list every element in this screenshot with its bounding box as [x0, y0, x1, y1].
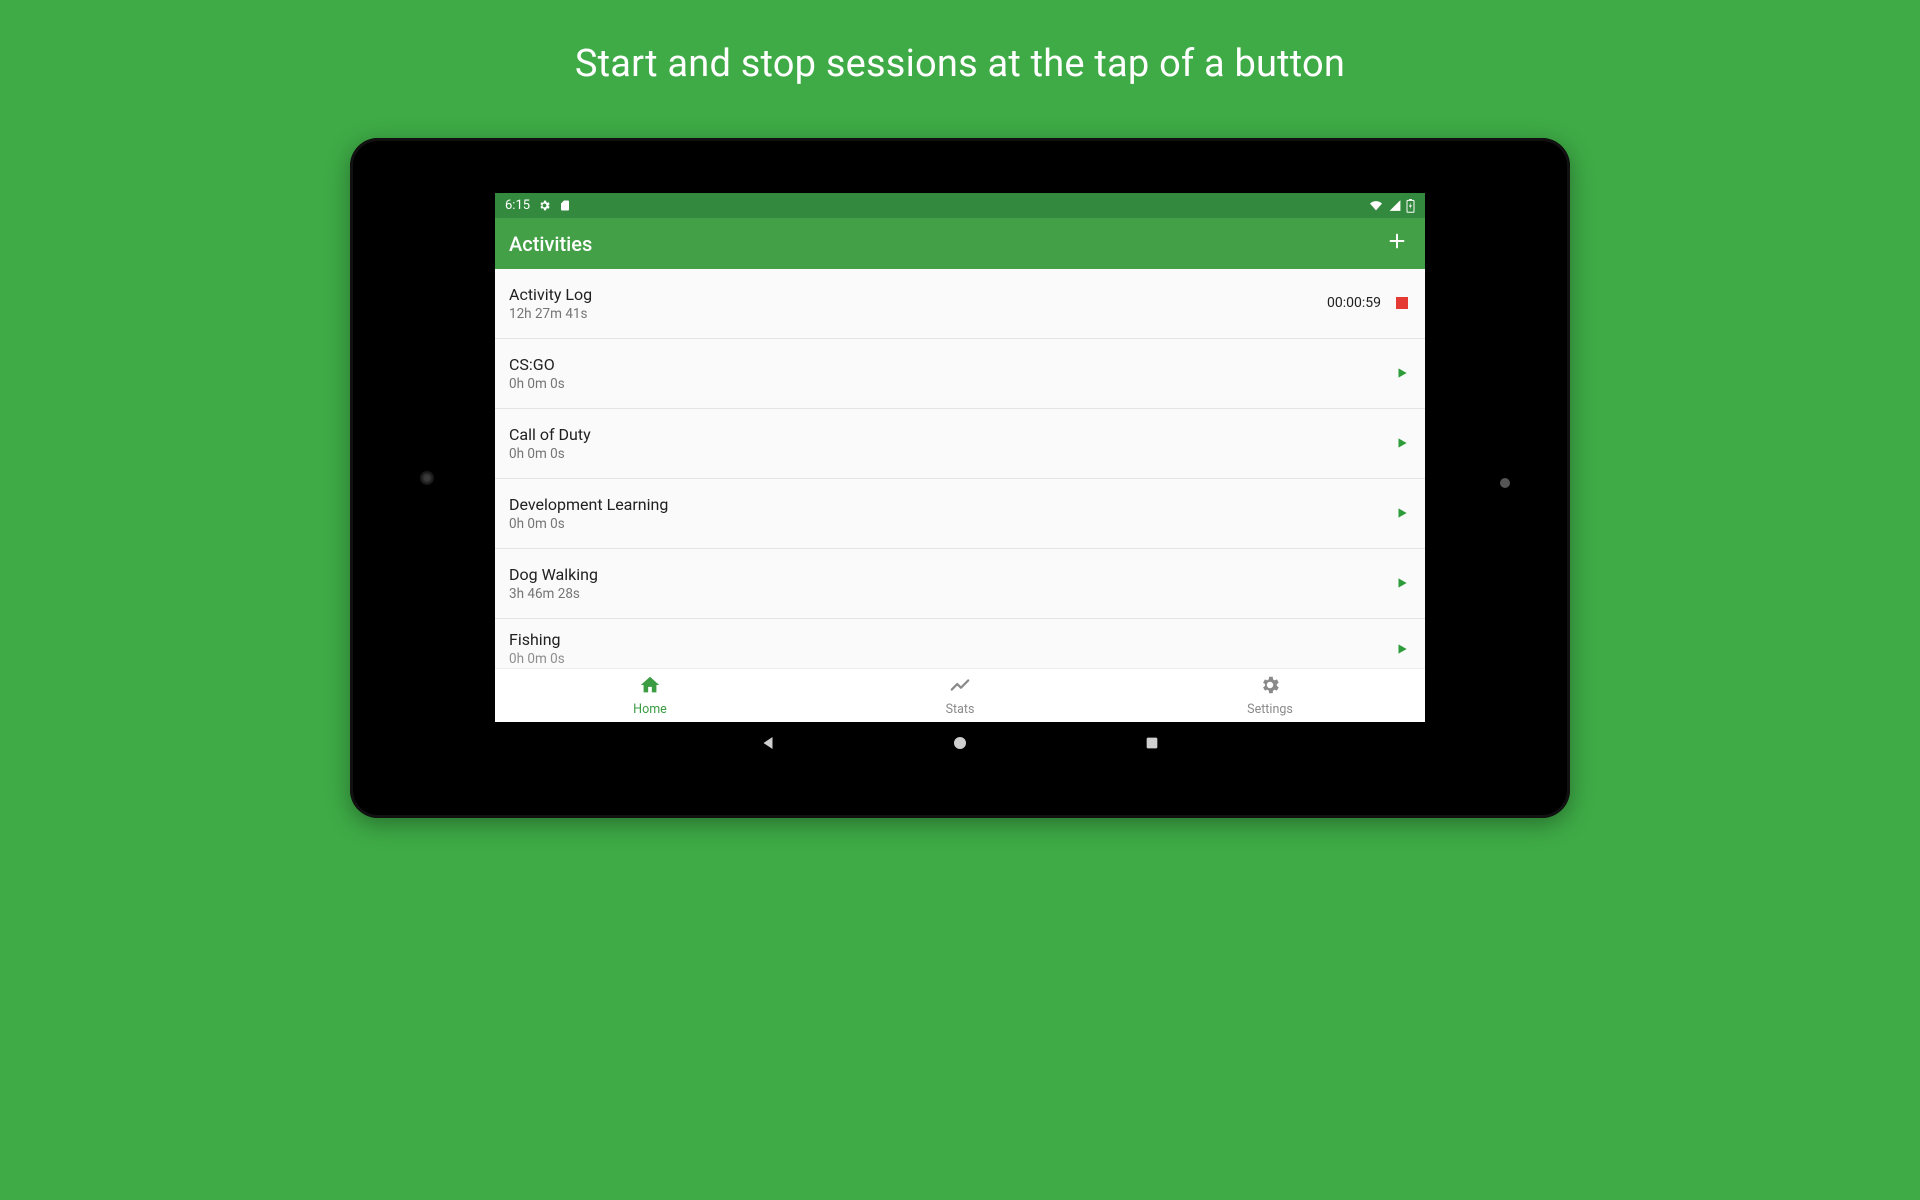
app-bar-title: Activities: [509, 232, 592, 256]
activity-name: CS:GO: [509, 355, 565, 374]
activity-info: CS:GO 0h 0m 0s: [509, 355, 565, 392]
nav-home-label: Home: [633, 702, 667, 717]
activity-elapsed-timer: 00:00:59: [1327, 295, 1381, 311]
activity-info: Activity Log 12h 27m 41s: [509, 285, 592, 322]
wifi-icon: [1368, 199, 1384, 212]
activity-info: Development Learning 0h 0m 0s: [509, 495, 668, 532]
android-status-bar: 6:15: [495, 193, 1425, 218]
activity-info: Fishing 0h 0m 0s: [509, 630, 565, 667]
add-activity-button[interactable]: [1383, 230, 1411, 258]
device-screen: 6:15 Activit: [495, 193, 1425, 763]
activity-total-duration: 0h 0m 0s: [509, 446, 591, 462]
activity-row[interactable]: CS:GO 0h 0m 0s: [495, 339, 1425, 409]
start-session-button[interactable]: [1393, 574, 1411, 592]
home-icon: [639, 674, 661, 700]
stop-icon: [1396, 297, 1408, 309]
start-session-button[interactable]: [1393, 434, 1411, 452]
play-icon: [1395, 641, 1409, 657]
play-icon: [1395, 435, 1409, 451]
gear-icon: [538, 199, 551, 212]
bottom-nav: Home Stats Settings: [495, 668, 1425, 723]
activity-list[interactable]: Activity Log 12h 27m 41s 00:00:59 CS:GO 0h 0…: [495, 269, 1425, 668]
tablet-frame: 6:15 Activit: [350, 138, 1570, 818]
activity-row[interactable]: Development Learning 0h 0m 0s: [495, 479, 1425, 549]
start-session-button[interactable]: [1393, 504, 1411, 522]
start-session-button[interactable]: [1393, 364, 1411, 382]
activity-row[interactable]: Activity Log 12h 27m 41s 00:00:59: [495, 269, 1425, 339]
activity-name: Call of Duty: [509, 425, 591, 444]
activity-total-duration: 0h 0m 0s: [509, 516, 668, 532]
tablet-led: [1500, 478, 1510, 488]
play-icon: [1395, 365, 1409, 381]
battery-icon: [1406, 199, 1415, 213]
chart-line-icon: [949, 674, 971, 700]
activity-name: Activity Log: [509, 285, 592, 304]
activity-total-duration: 3h 46m 28s: [509, 586, 598, 602]
android-system-nav: [495, 722, 1425, 763]
activity-total-duration: 0h 0m 0s: [509, 651, 565, 667]
status-time: 6:15: [505, 198, 530, 213]
activity-row[interactable]: Call of Duty 0h 0m 0s: [495, 409, 1425, 479]
system-back-button[interactable]: [757, 732, 779, 754]
activity-row[interactable]: Dog Walking 3h 46m 28s: [495, 549, 1425, 619]
app-bar: Activities: [495, 218, 1425, 269]
system-home-button[interactable]: [949, 732, 971, 754]
activity-info: Call of Duty 0h 0m 0s: [509, 425, 591, 462]
stop-session-button[interactable]: [1393, 294, 1411, 312]
nav-stats[interactable]: Stats: [805, 669, 1115, 723]
play-icon: [1395, 505, 1409, 521]
activity-name: Fishing: [509, 630, 565, 649]
activity-info: Dog Walking 3h 46m 28s: [509, 565, 598, 602]
nav-stats-label: Stats: [946, 702, 975, 717]
activity-row[interactable]: Fishing 0h 0m 0s: [495, 619, 1425, 668]
system-recents-button[interactable]: [1141, 732, 1163, 754]
promo-headline: Start and stop sessions at the tap of a …: [575, 42, 1345, 86]
nav-settings-label: Settings: [1247, 702, 1293, 717]
sd-card-icon: [559, 199, 571, 212]
activity-name: Development Learning: [509, 495, 668, 514]
start-session-button[interactable]: [1393, 640, 1411, 658]
nav-home[interactable]: Home: [495, 669, 805, 723]
activity-total-duration: 12h 27m 41s: [509, 306, 592, 322]
play-icon: [1395, 575, 1409, 591]
nav-settings[interactable]: Settings: [1115, 669, 1425, 723]
cell-signal-icon: [1388, 199, 1402, 212]
gear-icon: [1259, 674, 1281, 700]
activity-name: Dog Walking: [509, 565, 598, 584]
activity-total-duration: 0h 0m 0s: [509, 376, 565, 392]
tablet-camera: [420, 471, 434, 485]
plus-icon: [1386, 230, 1408, 257]
